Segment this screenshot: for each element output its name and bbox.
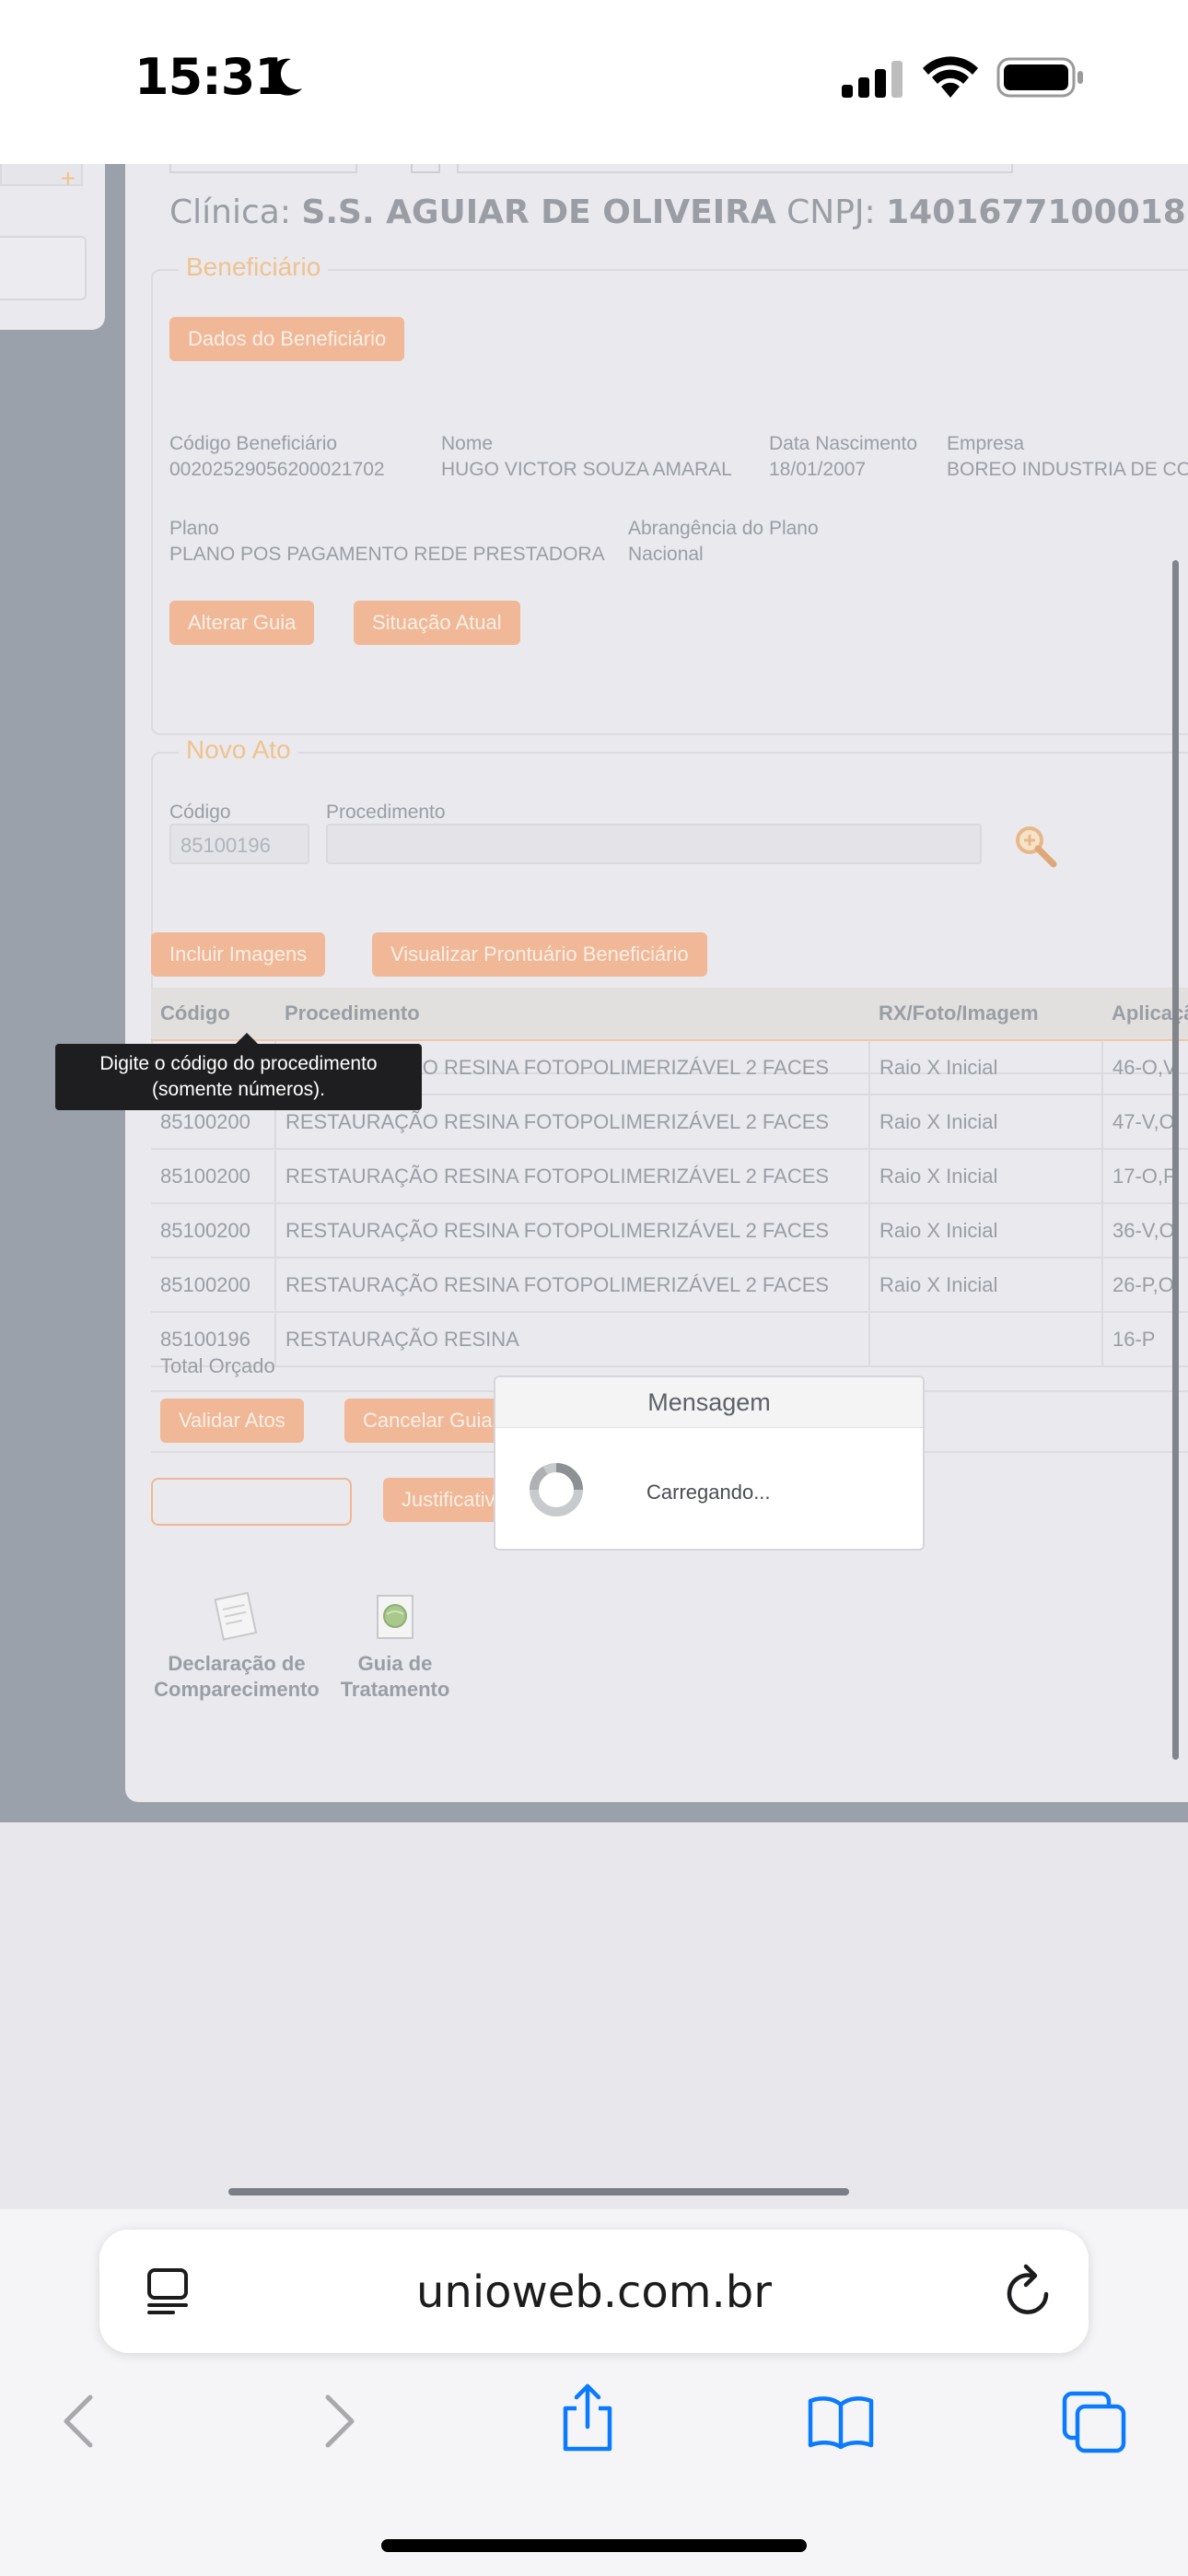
plano-label: Plano <box>169 518 219 539</box>
url-text: unioweb.com.br <box>415 2266 773 2318</box>
visualizar-prontuario-button[interactable]: Visualizar Prontuário Beneficiário <box>372 932 707 977</box>
top-field[interactable] <box>169 164 357 173</box>
tabs-icon[interactable] <box>1061 2390 1127 2454</box>
codigo-input[interactable]: 85100196 <box>169 824 309 864</box>
cell-rx: Raio X Inicial <box>869 1203 1103 1259</box>
abrangencia-label: Abrangência do Plano <box>628 518 819 539</box>
nome-value: HUGO VICTOR SOUZA AMARAL <box>441 459 732 480</box>
loading-spinner-icon <box>529 1463 583 1516</box>
bookmarks-icon[interactable] <box>807 2394 875 2451</box>
status-bar: 15:31 <box>0 0 1188 164</box>
vertical-scrollbar[interactable] <box>1172 560 1179 1760</box>
declaracao-comparecimento-link[interactable]: Declaração de Comparecimento <box>147 1591 326 1703</box>
home-indicator[interactable] <box>381 2539 807 2552</box>
doc-1-line1: Declaração de <box>168 1652 306 1675</box>
cell-rx: Raio X Inicial <box>869 1149 1103 1204</box>
abrangencia-value: Nacional <box>628 544 704 565</box>
nascimento-value: 18/01/2007 <box>769 459 867 480</box>
tooltip-line1: Digite o código do procedimento <box>99 1053 378 1074</box>
codigo-tooltip: Digite o código do procedimento (somente… <box>55 1033 422 1110</box>
left-panel-field[interactable] <box>0 236 87 300</box>
status-time: 15:31 <box>134 48 289 106</box>
top-field-2[interactable] <box>457 164 1013 173</box>
novo-ato-legend: Novo Ato <box>179 735 298 765</box>
cell-procedimento: RESTAURAÇÃO RESINA FOTOPOLIMERIZÁVEL 2 F… <box>275 1149 870 1204</box>
nascimento-label: Data Nascimento <box>769 433 918 454</box>
cancelar-guia-button[interactable]: Cancelar Guia <box>344 1399 511 1443</box>
share-icon[interactable] <box>558 2383 617 2453</box>
doc-2-line2: Tratamento <box>340 1678 450 1701</box>
validar-atos-button[interactable]: Validar Atos <box>160 1399 304 1443</box>
empresa-label: Empresa <box>947 433 1025 454</box>
forward-icon[interactable] <box>319 2392 359 2451</box>
header-procedimento: Procedimento <box>275 988 869 1041</box>
cell-rx <box>869 1312 1103 1367</box>
clinic-name: S.S. AGUIAR DE OLIVEIRA <box>301 193 776 231</box>
reload-icon[interactable] <box>1004 2263 1055 2318</box>
back-icon[interactable] <box>59 2392 99 2451</box>
cnpj-label: CNPJ: <box>786 193 876 231</box>
incluir-imagens-button[interactable]: Incluir Imagens <box>151 932 326 977</box>
cell-rx: Raio X Inicial <box>869 1258 1103 1313</box>
moon-icon <box>269 58 302 96</box>
cnpj-value: 14016771000181 <box>886 193 1188 231</box>
page-overlay: + Clínica: S.S. AGUIAR DE OLIVEIRA CNPJ:… <box>0 164 1188 1822</box>
empresa-value: BOREO INDUSTRIA DE CO <box>947 459 1188 480</box>
cell-procedimento: RESTAURAÇÃO RESINA FOTOPOLIMERIZÁVEL 2 F… <box>275 1203 870 1259</box>
codigo-beneficiario-label: Código Beneficiário <box>169 433 338 454</box>
page-background <box>0 1822 1188 2209</box>
nome-label: Nome <box>441 433 494 454</box>
table-row[interactable]: 85100196 RESTAURAÇÃO RESINA 16-P <box>151 1312 1188 1367</box>
battery-icon <box>996 57 1083 98</box>
loading-modal: Mensagem Carregando... <box>494 1376 925 1551</box>
cell-codigo: 85100200 <box>151 1203 276 1259</box>
horizontal-scrollbar[interactable] <box>228 2188 849 2195</box>
codigo-beneficiario-value: 00202529056200021702 <box>169 459 385 480</box>
doc-2-line1: Guia de <box>357 1652 433 1675</box>
beneficiario-legend: Beneficiário <box>179 252 329 282</box>
modal-message: Carregando... <box>646 1481 771 1504</box>
cell-procedimento: RESTAURAÇÃO RESINA <box>275 1312 870 1367</box>
document-icon <box>214 1591 258 1641</box>
add-icon[interactable]: + <box>0 164 83 193</box>
cell-procedimento: RESTAURAÇÃO RESINA FOTOPOLIMERIZÁVEL 2 F… <box>275 1258 870 1313</box>
total-orcado-label: Total Orçado <box>160 1354 275 1377</box>
justificativa-input[interactable] <box>151 1478 352 1526</box>
table-header-row: Código Procedimento RX/Foto/Imagem Aplic… <box>151 988 1188 1041</box>
guia-tratamento-link[interactable]: Guia de Tratamento <box>333 1592 457 1703</box>
address-bar[interactable]: unioweb.com.br <box>99 2230 1089 2353</box>
top-checkbox[interactable] <box>411 164 440 173</box>
doc-1-line2: Comparecimento <box>154 1678 320 1701</box>
cellular-signal-icon <box>842 61 903 98</box>
table-row[interactable]: 85100200 RESTAURAÇÃO RESINA FOTOPOLIMERI… <box>151 1203 1188 1259</box>
search-icon[interactable] <box>1013 824 1057 868</box>
tooltip-line2: (somente números). <box>152 1079 325 1100</box>
clinic-header: Clínica: S.S. AGUIAR DE OLIVEIRA CNPJ: 1… <box>169 193 1188 231</box>
wifi-icon <box>923 56 978 98</box>
left-panel: + <box>0 164 105 330</box>
alterar-guia-button[interactable]: Alterar Guia <box>169 601 315 645</box>
table-row[interactable]: 85100200 RESTAURAÇÃO RESINA FOTOPOLIMERI… <box>151 1149 1188 1204</box>
table-row[interactable]: 85100200 RESTAURAÇÃO RESINA FOTOPOLIMERI… <box>151 1258 1188 1313</box>
modal-title: Mensagem <box>495 1377 923 1428</box>
globe-document-icon <box>377 1595 413 1639</box>
cell-rx: Raio X Inicial <box>869 1040 1103 1095</box>
main-content: Clínica: S.S. AGUIAR DE OLIVEIRA CNPJ: 1… <box>125 164 1188 1802</box>
codigo-label: Código <box>169 802 231 823</box>
header-rx: RX/Foto/Imagem <box>869 988 1102 1041</box>
plano-value: PLANO POS PAGAMENTO REDE PRESTADORA <box>169 544 605 565</box>
cell-rx: Raio X Inicial <box>869 1095 1103 1150</box>
procedimento-input[interactable] <box>326 824 982 864</box>
situacao-atual-button[interactable]: Situação Atual <box>354 601 520 645</box>
cell-codigo: 85100200 <box>151 1258 276 1313</box>
dados-beneficiario-button[interactable]: Dados do Beneficiário <box>169 317 405 361</box>
clinic-prefix: Clínica: <box>169 193 291 231</box>
procedimento-label: Procedimento <box>326 802 446 823</box>
cell-codigo: 85100200 <box>151 1149 276 1204</box>
